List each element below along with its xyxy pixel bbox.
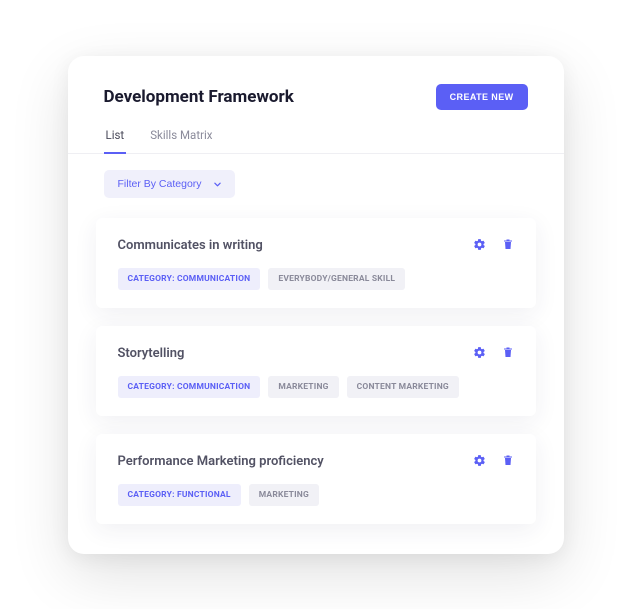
chevron-down-icon	[214, 178, 221, 190]
trash-icon	[502, 238, 514, 254]
filter-label: Filter By Category	[118, 178, 202, 190]
settings-button[interactable]	[473, 454, 486, 470]
skill-card-header: Communicates in writing	[118, 238, 514, 254]
category-tag: CATEGORY: COMMUNICATION	[118, 268, 261, 290]
trash-icon	[502, 454, 514, 470]
framework-card: Development Framework CREATE NEW List Sk…	[68, 56, 564, 554]
skill-tag: EVERYBODY/GENERAL SKILL	[268, 268, 405, 290]
skill-tags: CATEGORY: FUNCTIONAL MARKETING	[118, 484, 514, 506]
skill-tag: MARKETING	[249, 484, 319, 506]
skill-actions	[473, 238, 514, 254]
gear-icon	[473, 454, 486, 470]
skill-card: Performance Marketing proficiency	[96, 434, 536, 524]
filter-category-dropdown[interactable]: Filter By Category	[104, 170, 235, 198]
skill-actions	[473, 346, 514, 362]
tab-list[interactable]: List	[104, 128, 127, 154]
skill-title: Storytelling	[118, 346, 185, 361]
skill-card: Storytelling CATEGORY: COMMUNICATI	[96, 326, 536, 416]
skill-card: Communicates in writing CATEGORY:	[96, 218, 536, 308]
settings-button[interactable]	[473, 238, 486, 254]
skill-tag: CONTENT MARKETING	[347, 376, 459, 398]
settings-button[interactable]	[473, 346, 486, 362]
delete-button[interactable]	[502, 454, 514, 470]
category-tag: CATEGORY: COMMUNICATION	[118, 376, 261, 398]
delete-button[interactable]	[502, 346, 514, 362]
skill-card-header: Storytelling	[118, 346, 514, 362]
skill-title: Communicates in writing	[118, 238, 263, 253]
header: Development Framework CREATE NEW	[68, 84, 564, 128]
gear-icon	[473, 346, 486, 362]
delete-button[interactable]	[502, 238, 514, 254]
tab-skills-matrix[interactable]: Skills Matrix	[148, 128, 214, 154]
skill-title: Performance Marketing proficiency	[118, 454, 324, 469]
skill-actions	[473, 454, 514, 470]
create-new-button[interactable]: CREATE NEW	[436, 84, 528, 110]
skill-tag: MARKETING	[268, 376, 338, 398]
skill-tags: CATEGORY: COMMUNICATION EVERYBODY/GENERA…	[118, 268, 514, 290]
trash-icon	[502, 346, 514, 362]
skills-list: Communicates in writing CATEGORY:	[68, 218, 564, 524]
filter-row: Filter By Category	[68, 154, 564, 218]
skill-tags: CATEGORY: COMMUNICATION MARKETING CONTEN…	[118, 376, 514, 398]
tabs: List Skills Matrix	[68, 128, 564, 154]
skill-card-header: Performance Marketing proficiency	[118, 454, 514, 470]
page-title: Development Framework	[104, 87, 294, 107]
gear-icon	[473, 238, 486, 254]
category-tag: CATEGORY: FUNCTIONAL	[118, 484, 241, 506]
